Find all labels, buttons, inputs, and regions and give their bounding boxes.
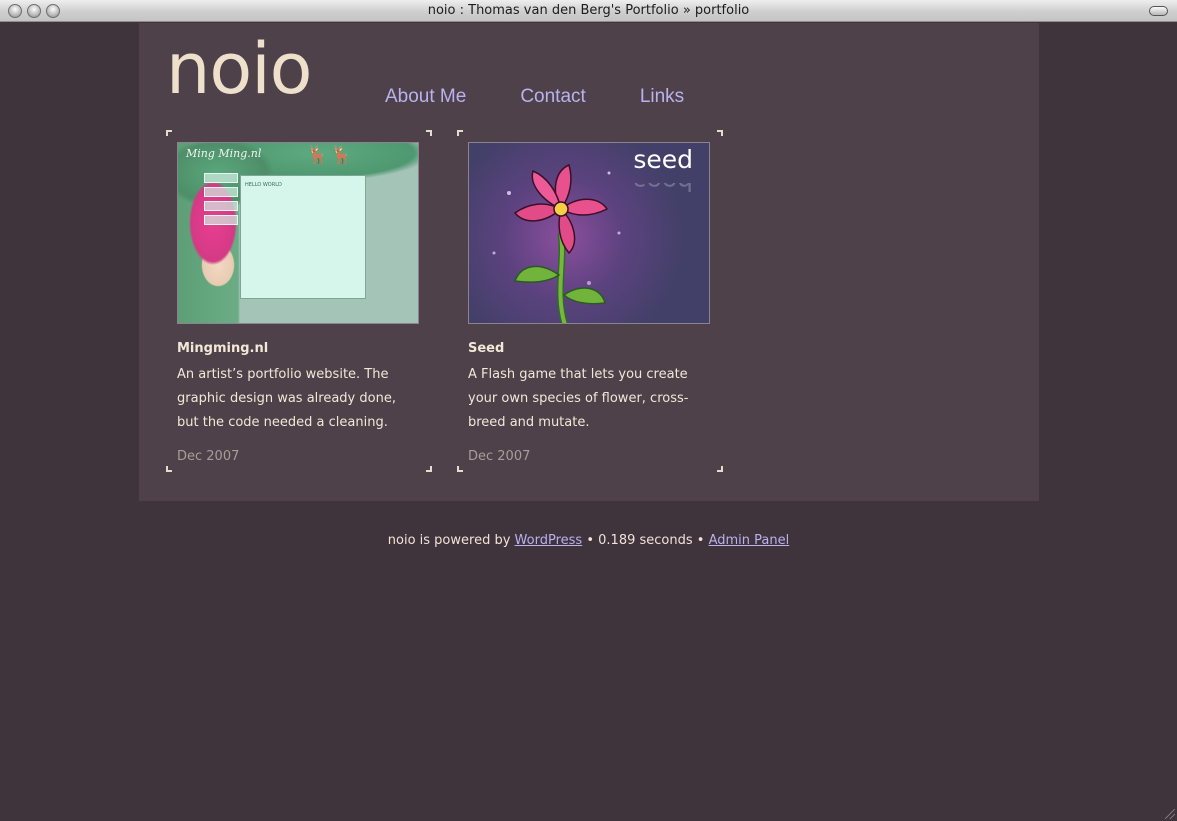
portfolio-item-seed: seed seed Seed A Flash game that lets yo… xyxy=(457,130,723,472)
mingming-thumbnail[interactable]: Ming Ming.nl 🦌 🦌 HELLO WORLD xyxy=(177,142,419,324)
item-title[interactable]: Seed xyxy=(468,341,504,356)
site-footer: noio is powered by WordPress • 0.189 sec… xyxy=(0,533,1177,548)
thumbnail-menu-box xyxy=(204,201,238,211)
thumbnail-site-title: Ming Ming.nl xyxy=(186,147,262,160)
footer-timing: 0.189 seconds xyxy=(598,533,693,548)
thumbnail-menu-box xyxy=(204,187,238,197)
thumbnail-panel-heading: HELLO WORLD xyxy=(245,182,282,188)
wordpress-link[interactable]: WordPress xyxy=(515,533,583,548)
corner-mark xyxy=(457,466,463,472)
nav-links[interactable]: Links xyxy=(640,86,684,108)
corner-mark xyxy=(426,130,432,136)
corner-mark xyxy=(457,130,463,136)
nav-contact[interactable]: Contact xyxy=(520,86,585,108)
corner-mark xyxy=(717,130,723,136)
item-title[interactable]: Mingming.nl xyxy=(177,341,268,356)
toolbar-toggle-icon[interactable] xyxy=(1149,6,1168,16)
corner-mark xyxy=(717,466,723,472)
thumbnail-menu-box xyxy=(204,173,238,183)
admin-panel-link[interactable]: Admin Panel xyxy=(709,533,790,548)
thumbnail-menu-box xyxy=(204,215,238,225)
portfolio-item-mingming: Ming Ming.nl 🦌 🦌 HELLO WORLD Mingming.nl… xyxy=(166,130,432,472)
footer-separator: • xyxy=(696,533,705,548)
corner-mark xyxy=(166,130,172,136)
footer-powered-by: noio is powered by xyxy=(387,533,511,548)
corner-mark xyxy=(166,466,172,472)
thumbnail-content-panel: HELLO WORLD xyxy=(240,175,366,299)
deer-icon: 🦌 xyxy=(330,145,353,166)
window-titlebar[interactable]: noio : Thomas van den Berg's Portfolio »… xyxy=(0,0,1177,22)
item-description: A Flash game that lets you create your o… xyxy=(468,367,689,430)
resize-grip-icon[interactable] xyxy=(1165,809,1175,819)
item-date: Dec 2007 xyxy=(468,449,531,464)
window-title: noio : Thomas van den Berg's Portfolio »… xyxy=(427,3,750,18)
site-logo[interactable]: noio xyxy=(166,34,312,104)
nav-about-me[interactable]: About Me xyxy=(385,86,466,108)
main-nav: About Me Contact Links xyxy=(385,86,684,108)
footer-separator: • xyxy=(586,533,594,548)
corner-mark xyxy=(426,466,432,472)
item-date: Dec 2007 xyxy=(177,449,240,464)
deer-icon: 🦌 xyxy=(306,145,329,166)
seed-thumbnail[interactable]: seed seed xyxy=(468,142,710,324)
flower-icon xyxy=(492,163,621,323)
item-description: An artist’s portfolio website. The graph… xyxy=(177,367,396,430)
